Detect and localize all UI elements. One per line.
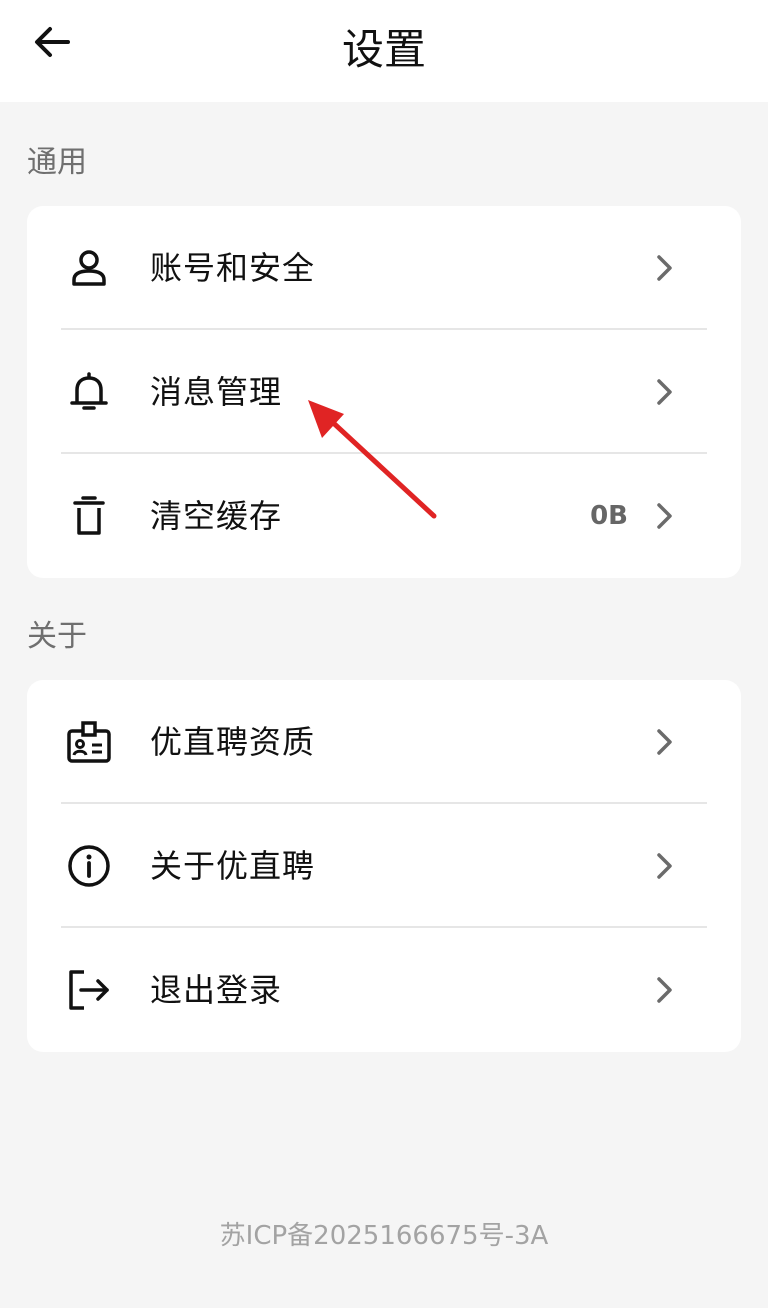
chevron-right-icon	[653, 726, 677, 758]
account-security-label: 账号和安全	[150, 249, 316, 287]
chevron-right-icon	[653, 376, 677, 408]
section-label-general: 通用	[27, 145, 87, 180]
id-badge-icon	[65, 718, 113, 766]
settings-card-general: 账号和安全 消息管理 清空缓存 0B	[27, 206, 741, 578]
chevron-right-icon	[653, 500, 677, 532]
settings-card-about: 优直聘资质 关于优直聘 退出登录	[27, 680, 741, 1052]
section-label-about: 关于	[27, 619, 87, 654]
chevron-right-icon	[653, 974, 677, 1006]
icp-record: 苏ICP备2025166675号-3A	[219, 1221, 549, 1251]
chevron-right-icon	[653, 850, 677, 882]
top-app-bar: 设置	[0, 0, 768, 102]
clear-cache-label: 清空缓存	[150, 497, 283, 535]
trash-icon	[65, 492, 113, 540]
message-management-item[interactable]: 消息管理	[27, 330, 741, 454]
message-management-label: 消息管理	[150, 373, 283, 411]
about-app-label: 关于优直聘	[150, 847, 316, 885]
page-title: 设置	[341, 25, 426, 74]
account-security-item[interactable]: 账号和安全	[27, 206, 741, 330]
logout-item[interactable]: 退出登录	[27, 928, 741, 1052]
annotation-arrow	[308, 400, 437, 519]
cache-size-value: 0B	[590, 501, 628, 531]
info-icon	[65, 842, 113, 890]
logout-icon	[65, 966, 113, 1014]
logout-label: 退出登录	[150, 971, 283, 1009]
person-icon	[65, 244, 113, 292]
about-app-item[interactable]: 关于优直聘	[27, 804, 741, 928]
qualification-item[interactable]: 优直聘资质	[27, 680, 741, 804]
chevron-right-icon	[653, 252, 677, 284]
clear-cache-item[interactable]: 清空缓存 0B	[27, 454, 741, 578]
qualification-label: 优直聘资质	[150, 723, 316, 761]
bell-icon	[65, 368, 113, 416]
